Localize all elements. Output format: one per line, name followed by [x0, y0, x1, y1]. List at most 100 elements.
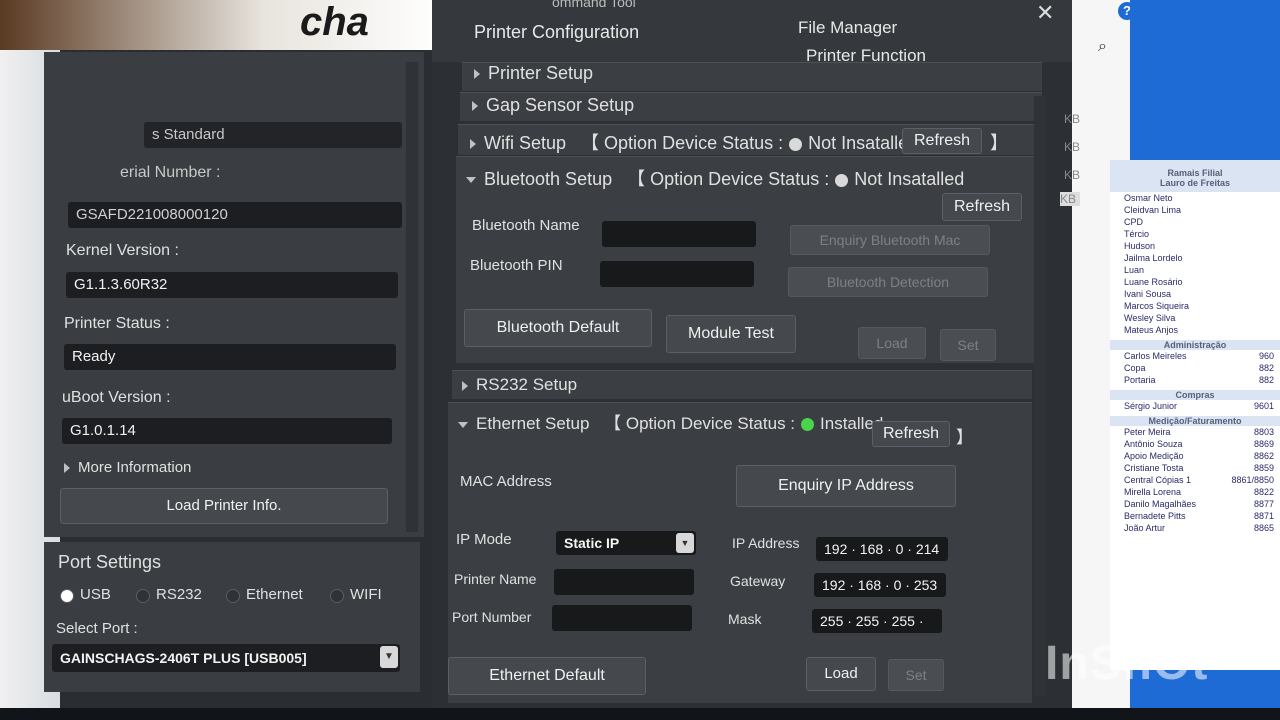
row-name: Carlos Meireles [1124, 351, 1187, 361]
ethernet-radio-label: Ethernet [246, 586, 303, 603]
row-name: Peter Meira [1124, 427, 1171, 437]
rs232-radio-label: RS232 [156, 586, 202, 603]
standard-field: s Standard [144, 122, 402, 148]
row-name: Mirella Lorena [1124, 487, 1182, 497]
sheet-subtitle: Lauro de Freitas [1110, 178, 1280, 192]
bluetooth-pin-input[interactable] [600, 261, 754, 287]
gap-sensor-section[interactable]: Gap Sensor Setup [460, 92, 1042, 121]
row-name: Portaria [1124, 375, 1156, 385]
ip-address-field[interactable]: 192 · 168 · 0 · 214 [816, 537, 948, 561]
kb-label: KB [1060, 192, 1080, 206]
more-information-label: More Information [78, 459, 192, 476]
expand-arrow-icon [470, 139, 476, 150]
wifi-status-label: 【 Option Device Status : [581, 133, 784, 153]
row-ext: 8865 [1253, 523, 1274, 533]
row-ext: 8871 [1253, 511, 1274, 521]
bluetooth-header[interactable]: Bluetooth Setup 【 Option Device Status :… [466, 165, 964, 191]
wifi-radio-label: WIFI [350, 586, 382, 603]
tab-printer-configuration[interactable]: Printer Configuration [474, 22, 639, 43]
tab-file-manager[interactable]: File Manager [798, 18, 897, 38]
ethernet-set-button[interactable]: Set [888, 659, 944, 691]
usb-radio[interactable] [60, 589, 74, 603]
serial-number-field: GSAFD221008000120 [68, 202, 402, 228]
row-ext: 8859 [1253, 463, 1274, 473]
port-number-input[interactable] [552, 605, 692, 631]
select-port-dropdown[interactable]: GAINSCHAGS-2406T PLUS [USB005] [52, 644, 400, 672]
printer-name-input[interactable] [554, 569, 694, 595]
mask-label: Mask [728, 611, 762, 627]
row-ext: 8803 [1253, 427, 1274, 437]
table-row: Central Cópias 1 8861/8850 [1110, 474, 1280, 486]
chevron-down-icon[interactable]: ▼ [380, 646, 398, 668]
bluetooth-refresh-button[interactable]: Refresh [942, 193, 1022, 221]
ethernet-bracket-close: 】 [956, 428, 973, 447]
rs232-setup-section[interactable]: RS232 Setup [452, 370, 1032, 399]
table-row: João Artur 8865 [1110, 522, 1280, 534]
row-ext: 8822 [1253, 487, 1274, 497]
kb-label: KB [1064, 140, 1081, 154]
wifi-radio[interactable] [330, 589, 344, 603]
wifi-refresh-button[interactable]: Refresh [902, 128, 982, 154]
load-printer-info-button[interactable]: Load Printer Info. [60, 488, 388, 524]
bluetooth-load-button[interactable]: Load [858, 327, 926, 359]
left-scrollbar[interactable] [406, 62, 418, 532]
bluetooth-default-button[interactable]: Bluetooth Default [464, 309, 652, 347]
chevron-down-icon[interactable]: ▼ [676, 533, 694, 553]
expand-arrow-icon [64, 463, 70, 474]
mask-field[interactable]: 255 · 255 · 255 · [812, 609, 942, 633]
table-row: Cristiane Tosta 8859 [1110, 462, 1280, 474]
list-item: Tércio [1124, 229, 1150, 239]
row-ext: 960 [1258, 351, 1274, 361]
ethernet-header[interactable]: Ethernet Setup 【 Option Device Status :I… [458, 409, 883, 434]
row-name: Bernadete Pitts [1124, 511, 1186, 521]
table-row: Copa 882 [1110, 362, 1280, 374]
ethernet-refresh-button[interactable]: Refresh [872, 421, 950, 447]
ethernet-radio[interactable] [226, 589, 240, 603]
list-item: Hudson [1124, 241, 1156, 251]
port-number-label: Port Number [452, 609, 532, 625]
tab-bar: ommand Tool Printer Configuration File M… [432, 0, 1072, 65]
ethernet-load-button[interactable]: Load [806, 657, 876, 691]
kb-label: KB [1064, 168, 1081, 182]
rs232-setup-label: RS232 Setup [476, 375, 578, 394]
bluetooth-name-input[interactable] [602, 221, 756, 247]
rs232-radio[interactable] [136, 589, 150, 603]
table-row: Apoio Medição 8862 [1110, 450, 1280, 462]
printer-setup-section[interactable]: Printer Setup [462, 62, 1042, 91]
bluetooth-setup-section: Bluetooth Setup 【 Option Device Status :… [456, 156, 1036, 363]
gateway-field[interactable]: 192 · 168 · 0 · 253 [814, 573, 946, 597]
printer-setup-label: Printer Setup [488, 63, 594, 83]
ethernet-default-button[interactable]: Ethernet Default [448, 657, 646, 695]
uboot-version-label: uBoot Version : [62, 389, 171, 406]
uboot-version-field: G1.0.1.14 [62, 418, 392, 444]
inshot-watermark: InShOt [1045, 637, 1209, 690]
enquiry-bluetooth-mac-button[interactable]: Enquiry Bluetooth Mac [790, 225, 990, 255]
ip-mode-dropdown[interactable]: Static IP [556, 531, 696, 555]
main-scrollbar[interactable] [1034, 96, 1046, 696]
row-ext: 882 [1258, 375, 1274, 385]
table-row: Bernadete Pitts 8871 [1110, 510, 1280, 522]
enquiry-ip-address-button[interactable]: Enquiry IP Address [736, 465, 956, 507]
port-settings-title: Port Settings [58, 552, 162, 572]
module-test-button[interactable]: Module Test [666, 315, 796, 353]
search-icon[interactable]: ⌕ [1098, 38, 1107, 56]
list-item: Cleidvan Lima [1124, 205, 1182, 215]
sheet-section-header: Administração [1110, 340, 1280, 350]
list-item: Marcos Siqueira [1124, 301, 1190, 311]
wifi-setup-section[interactable]: Wifi Setup 【 Option Device Status : Not I… [458, 124, 1042, 155]
more-information-toggle[interactable]: More Information [64, 459, 191, 476]
list-item: Jailma Lordelo [1124, 253, 1183, 263]
table-row: Mirella Lorena 8822 [1110, 486, 1280, 498]
bluetooth-pin-label: Bluetooth PIN [470, 257, 563, 274]
row-name: Central Cópias 1 [1124, 475, 1192, 485]
bluetooth-set-button[interactable]: Set [940, 329, 996, 361]
printer-status-field: Ready [64, 344, 396, 370]
table-row: Carlos Meireles 960 [1110, 350, 1280, 362]
close-icon[interactable]: ✕ [1036, 0, 1054, 26]
brand-logo: cha [300, 0, 369, 44]
bluetooth-detection-button[interactable]: Bluetooth Detection [788, 267, 988, 297]
row-name: João Artur [1124, 523, 1166, 533]
mac-address-label: MAC Address [460, 473, 552, 490]
wifi-status-dot [789, 137, 803, 151]
row-name: Danilo Magalhães [1124, 499, 1197, 509]
